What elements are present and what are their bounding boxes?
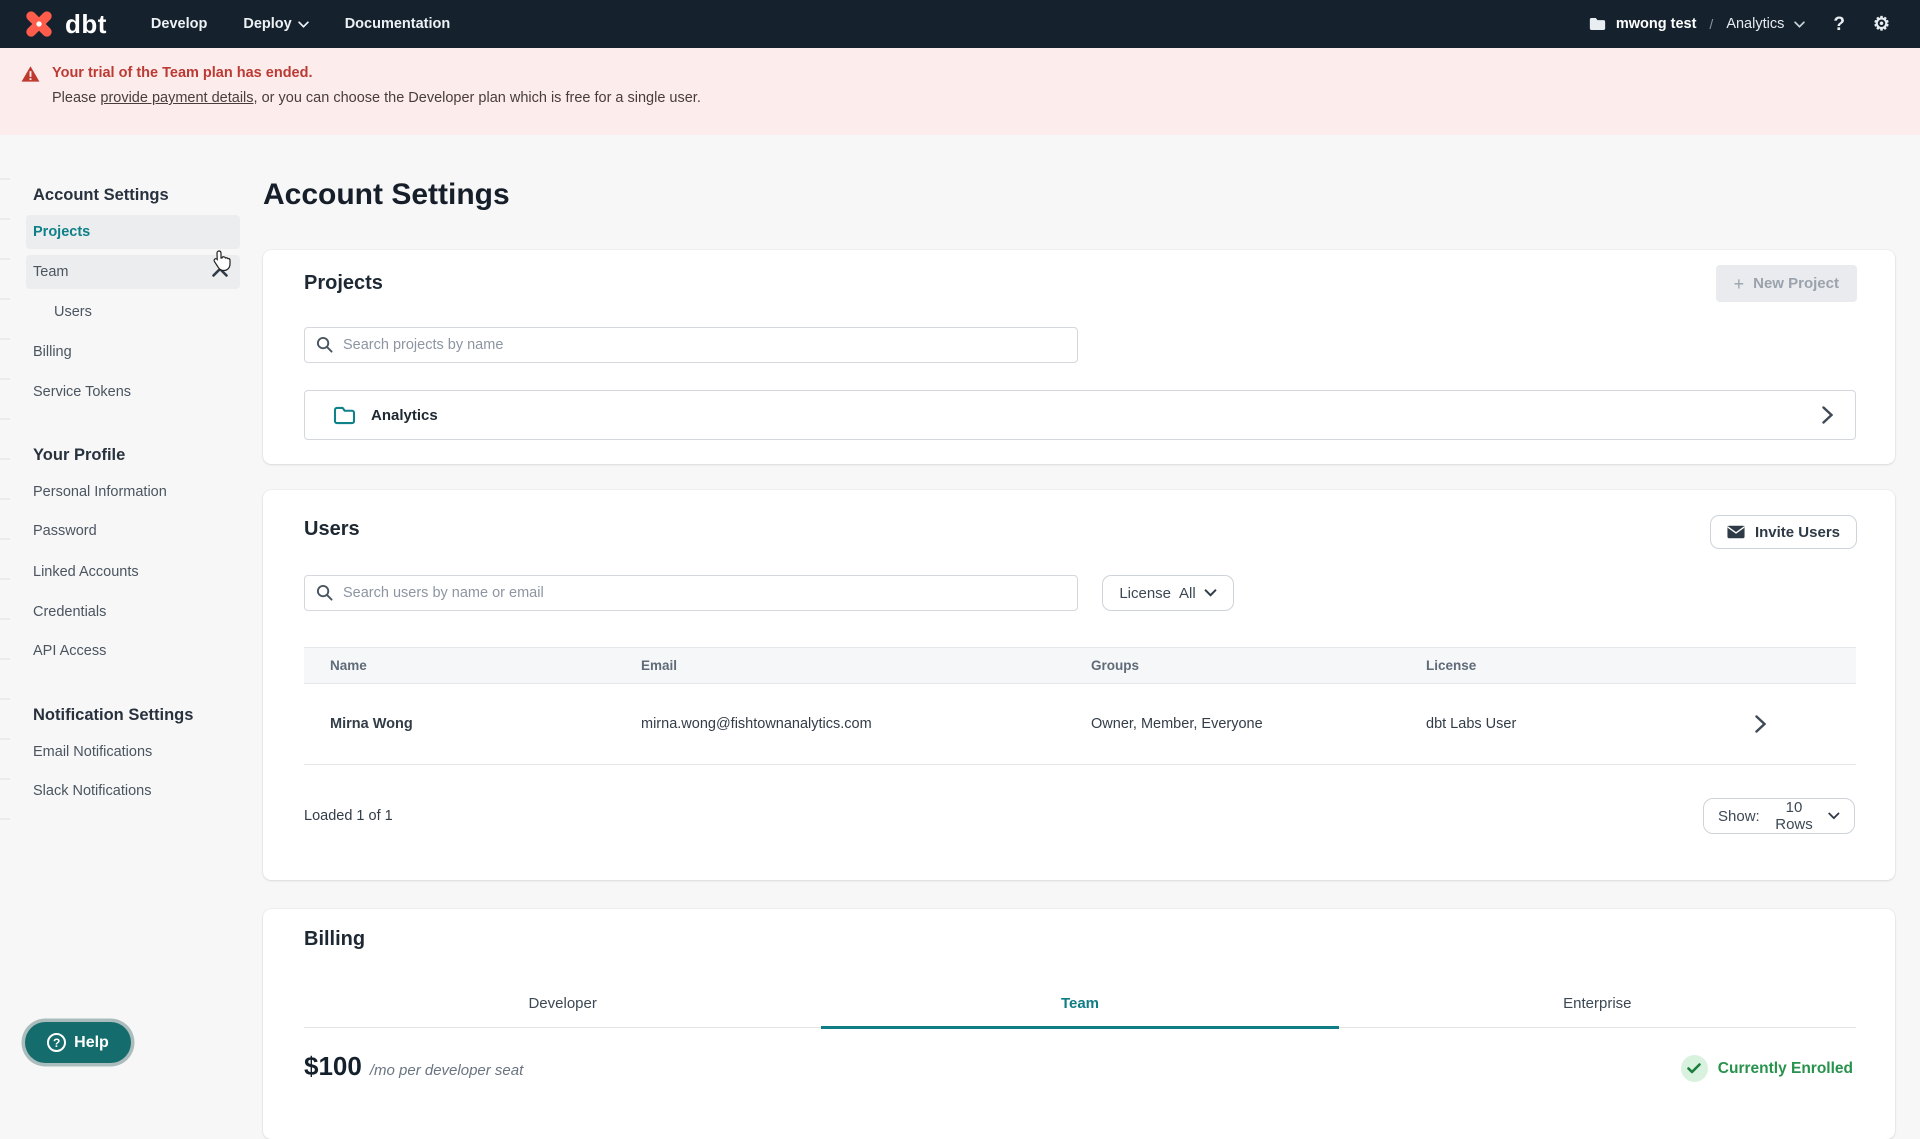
invite-users-button[interactable]: Invite Users — [1709, 515, 1857, 549]
user-email: mirna.wong@fishtownanalytics.com — [641, 716, 872, 732]
billing-heading: Billing — [304, 928, 366, 950]
projects-search-input[interactable] — [304, 327, 1078, 363]
banner-body: Please provide payment details, or you c… — [52, 90, 701, 106]
price-amount: $100 — [304, 1051, 362, 1081]
user-row[interactable]: Mirna Wong mirna.wong@fishtownanalytics.… — [304, 684, 1856, 765]
nav-menu: Develop Deploy Documentation — [151, 16, 450, 32]
breadcrumb-separator: / — [1709, 16, 1714, 32]
sidebar-item-api-access[interactable]: API Access — [33, 643, 106, 659]
gear-icon[interactable]: ⚙ — [1873, 15, 1890, 34]
plus-icon: + — [1733, 273, 1745, 294]
dbt-logo[interactable]: dbt — [22, 7, 107, 41]
sidebar-heading-account-settings: Account Settings — [33, 186, 169, 204]
chevron-down-icon — [1828, 812, 1840, 820]
check-icon — [1680, 1055, 1708, 1082]
help-button[interactable]: ? Help — [25, 1022, 131, 1063]
question-icon: ? — [47, 1033, 67, 1052]
sidebar-item-email-notifications[interactable]: Email Notifications — [33, 744, 152, 760]
nav-item-documentation[interactable]: Documentation — [345, 16, 451, 32]
column-header-email: Email — [641, 658, 678, 673]
user-license: dbt Labs User — [1426, 716, 1517, 732]
mouse-cursor — [213, 250, 231, 272]
users-search-input[interactable] — [304, 575, 1078, 611]
sidebar-item-users[interactable]: Users — [54, 304, 92, 320]
projects-search — [304, 327, 1078, 363]
billing-plan-tabs: Developer Team Enterprise — [304, 980, 1856, 1029]
plan-price: $100 /mo per developer seat — [304, 1051, 523, 1082]
chevron-down-icon — [297, 20, 309, 28]
chevron-down-icon — [1794, 20, 1806, 28]
banner-title: Your trial of the Team plan has ended. — [52, 65, 313, 81]
project-name-label: Analytics — [371, 406, 438, 424]
nav-item-deploy[interactable]: Deploy — [243, 16, 309, 32]
folder-icon — [1589, 18, 1606, 30]
dbt-logo-icon — [26, 11, 52, 37]
chevron-right-icon — [1822, 406, 1833, 424]
show-rows-dropdown[interactable]: Show: 10 Rows — [1703, 798, 1855, 834]
license-filter-dropdown[interactable]: License All — [1102, 575, 1234, 611]
chevron-down-icon — [1204, 589, 1217, 597]
billing-card: Billing Developer Team Enterprise $100 /… — [263, 909, 1895, 1139]
page-title: Account Settings — [263, 178, 510, 211]
users-table-header: Name Email Groups License — [304, 647, 1856, 684]
brand-text: dbt — [65, 9, 107, 39]
sidebar-item-team[interactable]: Team — [26, 255, 240, 289]
users-card: Users Invite Users License All Name Emai… — [263, 490, 1895, 880]
payment-details-link[interactable]: provide payment details — [100, 90, 253, 106]
column-header-license: License — [1426, 658, 1477, 673]
sidebar-item-personal-information[interactable]: Personal Information — [33, 484, 167, 500]
sidebar-item-service-tokens[interactable]: Service Tokens — [33, 384, 131, 400]
trial-banner: Your trial of the Team plan has ended. P… — [0, 48, 1920, 135]
loaded-status: Loaded 1 of 1 — [304, 808, 393, 824]
nav-item-develop[interactable]: Develop — [151, 16, 207, 32]
projects-heading: Projects — [304, 272, 383, 294]
search-icon — [316, 584, 333, 601]
top-nav: dbt Develop Deploy Documentation mwong t… — [0, 0, 1920, 48]
enrolled-badge: Currently Enrolled — [1680, 1055, 1853, 1082]
nav-account-switcher[interactable]: mwong test / Analytics ? ⚙ — [1589, 15, 1890, 34]
background-texture — [0, 140, 10, 820]
sidebar-item-password[interactable]: Password — [33, 523, 97, 539]
users-search — [304, 575, 1078, 611]
project-row-analytics[interactable]: Analytics — [304, 390, 1856, 440]
tab-team[interactable]: Team — [821, 980, 1339, 1029]
new-project-button[interactable]: + New Project — [1715, 265, 1857, 302]
tab-developer[interactable]: Developer — [304, 980, 821, 1027]
sidebar-item-projects[interactable]: Projects — [26, 215, 240, 249]
sidebar-item-linked-accounts[interactable]: Linked Accounts — [33, 564, 139, 580]
warning-icon — [21, 66, 40, 82]
users-table: Name Email Groups License Mirna Wong mir… — [304, 647, 1856, 765]
projects-card: Projects + New Project Analytics — [263, 250, 1895, 464]
sidebar-item-slack-notifications[interactable]: Slack Notifications — [33, 783, 151, 799]
help-menu-icon[interactable]: ? — [1833, 15, 1845, 34]
column-header-groups: Groups — [1091, 658, 1140, 673]
search-icon — [316, 336, 333, 353]
sidebar-heading-notification-settings: Notification Settings — [33, 706, 194, 724]
account-name: mwong test — [1615, 16, 1697, 32]
sidebar-item-credentials[interactable]: Credentials — [33, 604, 106, 620]
sidebar-heading-your-profile: Your Profile — [33, 446, 126, 464]
user-name: Mirna Wong — [330, 716, 413, 732]
user-groups: Owner, Member, Everyone — [1091, 716, 1263, 732]
folder-icon — [333, 406, 356, 424]
column-header-name: Name — [330, 658, 367, 673]
project-name: Analytics — [1726, 16, 1785, 32]
users-heading: Users — [304, 518, 360, 540]
envelope-icon — [1727, 525, 1745, 539]
chevron-right-icon — [1755, 715, 1766, 733]
enrolled-label: Currently Enrolled — [1717, 1059, 1853, 1077]
price-suffix: /mo per developer seat — [369, 1062, 524, 1079]
tab-enterprise[interactable]: Enterprise — [1339, 980, 1856, 1027]
sidebar-item-billing[interactable]: Billing — [33, 344, 72, 360]
